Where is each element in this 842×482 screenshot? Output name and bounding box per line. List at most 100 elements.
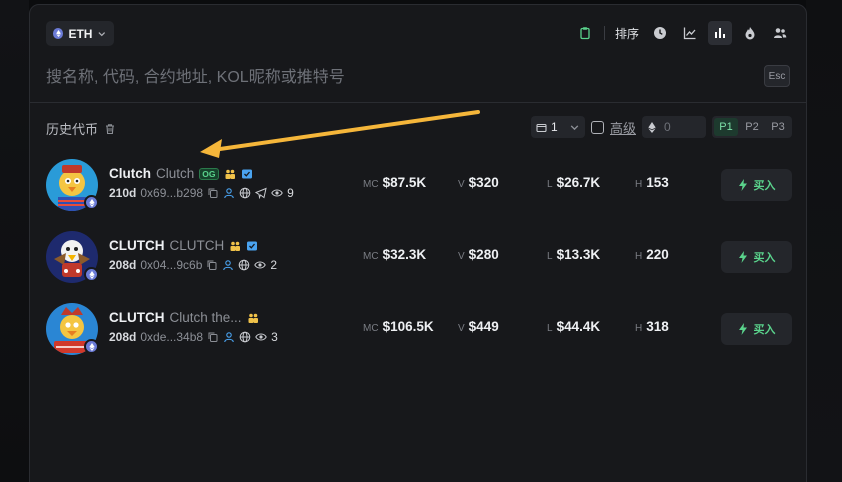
token-symbol: Clutch bbox=[109, 166, 151, 181]
buy-button[interactable]: 买入 bbox=[721, 313, 792, 345]
token-name: CLUTCH bbox=[169, 238, 225, 253]
watchers-count: 3 bbox=[271, 330, 278, 344]
sort-label[interactable]: 排序 bbox=[612, 25, 642, 42]
liquidity-label: L bbox=[547, 323, 553, 334]
buy-label: 买入 bbox=[753, 252, 776, 264]
market-cap-label: MC bbox=[363, 251, 379, 262]
market-cap: MC $32.3K bbox=[363, 247, 426, 262]
token-meta-line: 210d 0x69...b298 9 bbox=[109, 186, 294, 200]
holders-icon bbox=[225, 169, 235, 179]
holders-value: 318 bbox=[646, 319, 669, 334]
holders: H 220 bbox=[635, 247, 669, 262]
telegram-icon[interactable] bbox=[255, 187, 267, 199]
buy-label: 买入 bbox=[753, 180, 776, 192]
holders-icon bbox=[230, 241, 241, 251]
clipboard-icon[interactable] bbox=[573, 21, 597, 45]
line-chart-icon[interactable] bbox=[678, 21, 702, 45]
token-age: 208d bbox=[109, 330, 137, 344]
globe-icon[interactable] bbox=[239, 331, 251, 343]
volume-value: $449 bbox=[468, 319, 499, 334]
advanced-checkbox[interactable] bbox=[590, 120, 604, 134]
market-cap-value: $32.3K bbox=[382, 247, 427, 262]
token-address: 0x04...9c6b bbox=[140, 258, 203, 272]
search-modal: ETH 排序 Esc 历史代币 bbox=[29, 4, 807, 482]
chain-selector[interactable]: ETH bbox=[46, 21, 114, 46]
copy-icon[interactable] bbox=[207, 331, 219, 343]
ethereum-icon bbox=[84, 195, 99, 210]
buy-button[interactable]: 买入 bbox=[721, 241, 792, 273]
holders-label: H bbox=[635, 323, 643, 334]
eth-amount-input[interactable]: 0 bbox=[642, 116, 706, 138]
volume: V $320 bbox=[458, 175, 499, 190]
token-name-line: CLUTCH CLUTCH bbox=[109, 238, 258, 253]
og-badge: OG bbox=[199, 167, 219, 180]
ethereum-icon bbox=[648, 121, 656, 133]
user-icon[interactable] bbox=[223, 331, 235, 343]
filters-bar: 1 高级 0 P1 P2 P3 bbox=[530, 116, 792, 138]
token-symbol: CLUTCH bbox=[109, 238, 165, 253]
chevron-down-icon bbox=[570, 124, 579, 130]
advanced-label[interactable]: 高级 bbox=[610, 118, 636, 137]
lightning-icon bbox=[738, 179, 747, 191]
copy-icon[interactable] bbox=[206, 259, 218, 271]
market-cap-label: MC bbox=[363, 179, 379, 190]
holders-value: 220 bbox=[646, 247, 669, 262]
page-value: 1 bbox=[550, 120, 558, 134]
toolbar-divider bbox=[603, 26, 605, 40]
holders: H 153 bbox=[635, 175, 669, 190]
folder-icon bbox=[536, 123, 547, 132]
clock-icon[interactable] bbox=[648, 21, 672, 45]
token-symbol: CLUTCH bbox=[109, 310, 165, 325]
history-header: 历史代币 bbox=[46, 119, 116, 138]
background-right bbox=[806, 0, 842, 482]
verified-icon bbox=[241, 169, 252, 178]
globe-icon[interactable] bbox=[239, 187, 251, 199]
chevron-down-icon bbox=[98, 31, 106, 36]
search-bar: Esc bbox=[46, 63, 790, 93]
liquidity: L $26.7K bbox=[547, 175, 600, 190]
token-row[interactable]: CLUTCH Clutch the... 208d 0xde...34b8 3 … bbox=[30, 299, 808, 369]
divider bbox=[30, 102, 806, 103]
market-cap: MC $106.5K bbox=[363, 319, 434, 334]
user-icon[interactable] bbox=[223, 187, 235, 199]
token-row[interactable]: Clutch Clutch OG 210d 0x69...b298 9 MC $… bbox=[30, 155, 808, 225]
liquidity: L $13.3K bbox=[547, 247, 600, 262]
trash-icon[interactable] bbox=[104, 123, 116, 135]
holders-icon bbox=[248, 313, 258, 323]
eye-icon bbox=[254, 261, 267, 269]
liquidity-value: $26.7K bbox=[556, 175, 601, 190]
liquidity-label: L bbox=[547, 251, 553, 262]
flame-icon[interactable] bbox=[738, 21, 762, 45]
globe-icon[interactable] bbox=[238, 259, 250, 271]
page-select[interactable]: 1 bbox=[530, 116, 585, 138]
holders-label: H bbox=[635, 179, 643, 190]
token-row[interactable]: CLUTCH CLUTCH 208d 0x04...9c6b 2 MC $32.… bbox=[30, 227, 808, 297]
user-icon[interactable] bbox=[222, 259, 234, 271]
market-cap-label: MC bbox=[363, 323, 379, 334]
preset-p1[interactable]: P1 bbox=[714, 118, 738, 136]
preset-p3[interactable]: P3 bbox=[766, 118, 790, 136]
token-address: 0x69...b298 bbox=[140, 186, 204, 200]
liquidity-label: L bbox=[547, 179, 553, 190]
preset-p2[interactable]: P2 bbox=[740, 118, 764, 136]
lightning-icon bbox=[738, 251, 747, 263]
bar-chart-icon[interactable] bbox=[708, 21, 732, 45]
users-icon[interactable] bbox=[768, 21, 792, 45]
esc-button[interactable]: Esc bbox=[764, 65, 790, 87]
volume-label: V bbox=[458, 323, 465, 334]
eye-icon bbox=[271, 189, 283, 197]
preset-group: P1 P2 P3 bbox=[712, 116, 792, 138]
volume: V $280 bbox=[458, 247, 499, 262]
search-input[interactable] bbox=[46, 63, 746, 93]
copy-icon[interactable] bbox=[207, 187, 219, 199]
chain-label: ETH bbox=[68, 26, 93, 41]
holders-label: H bbox=[635, 251, 643, 262]
volume-value: $280 bbox=[468, 247, 499, 262]
buy-button[interactable]: 买入 bbox=[721, 169, 792, 201]
toolbar: 排序 bbox=[573, 21, 792, 45]
background-left bbox=[0, 0, 29, 482]
watchers-count: 9 bbox=[287, 186, 294, 200]
token-address: 0xde...34b8 bbox=[140, 330, 204, 344]
volume-label: V bbox=[458, 251, 465, 262]
liquidity: L $44.4K bbox=[547, 319, 600, 334]
